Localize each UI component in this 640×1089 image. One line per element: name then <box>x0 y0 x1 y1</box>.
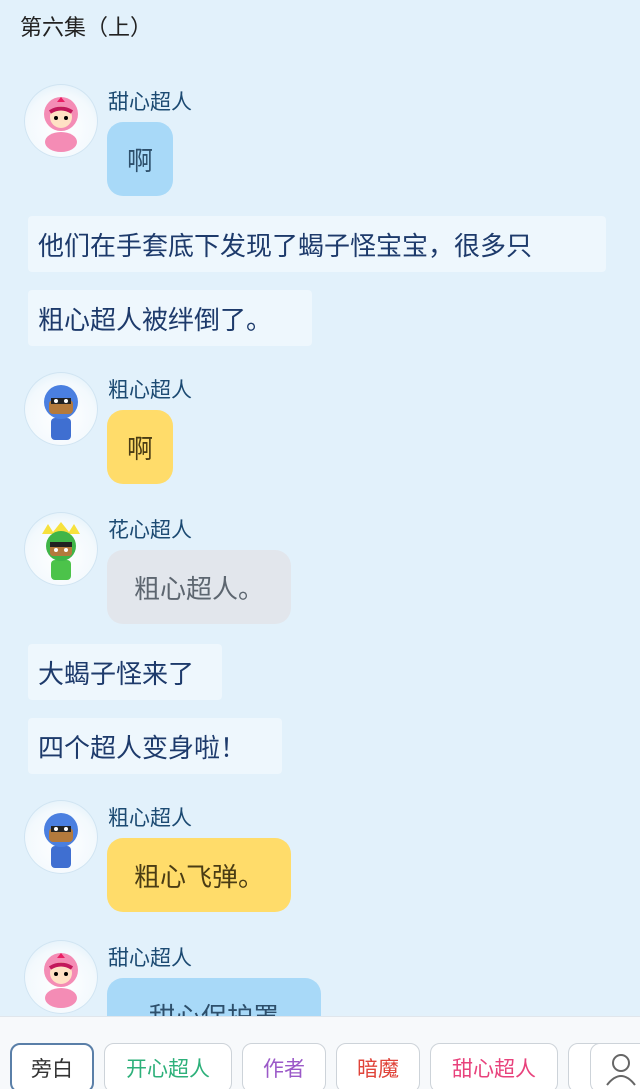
tab-narrator[interactable]: 旁白 <box>10 1043 94 1089</box>
profile-button[interactable] <box>590 1043 640 1089</box>
green-hero-icon <box>42 522 80 580</box>
speech-bubble: 啊 <box>107 122 173 196</box>
narration-line: 四个超人变身啦！ <box>28 718 282 774</box>
speech-bubble: 甜心保护罩 <box>107 978 321 1016</box>
speech-bubble: 粗心超人。 <box>107 550 291 624</box>
avatar-sweet-heart-hero[interactable] <box>24 84 98 158</box>
speaker-name: 粗心超人 <box>108 806 192 830</box>
avatar-careless-hero[interactable] <box>24 800 98 874</box>
tab-happy-hero[interactable]: 开心超人 <box>104 1043 232 1089</box>
narration-line: 大蝎子怪来了 <box>28 644 222 700</box>
avatar-careless-hero[interactable] <box>24 372 98 446</box>
narration-line: 他们在手套底下发现了蝎子怪宝宝，很多只 <box>28 216 606 272</box>
user-icon <box>606 1054 636 1086</box>
tab-author[interactable]: 作者 <box>242 1043 326 1089</box>
narration-line: 粗心超人被绊倒了。 <box>28 290 312 346</box>
chat-area[interactable]: 第六集（上） 甜心超人 啊 他们在手套底下发现了蝎子怪宝宝，很多只 粗心超人被绊… <box>0 0 640 1016</box>
blue-hero-icon <box>44 385 78 440</box>
pink-hero-icon <box>44 953 78 1008</box>
tab-sweet-heart-hero[interactable]: 甜心超人 <box>430 1043 558 1089</box>
tab-dark-demon[interactable]: 暗魔 <box>336 1043 420 1089</box>
speaker-name: 粗心超人 <box>108 378 192 402</box>
speaker-name: 甜心超人 <box>108 90 192 114</box>
episode-title: 第六集（上） <box>20 16 153 41</box>
avatar-sweet-heart-hero[interactable] <box>24 940 98 1014</box>
speech-bubble: 啊 <box>107 410 173 484</box>
speaker-name: 甜心超人 <box>108 946 192 970</box>
character-tab-bar: 旁白 开心超人 作者 暗魔 甜心超人 <box>0 1016 640 1089</box>
blue-hero-icon <box>44 813 78 868</box>
pink-hero-icon <box>44 97 78 152</box>
speech-bubble: 粗心飞弹。 <box>107 838 291 912</box>
speaker-name: 花心超人 <box>108 518 192 542</box>
avatar-flower-heart-hero[interactable] <box>24 512 98 586</box>
